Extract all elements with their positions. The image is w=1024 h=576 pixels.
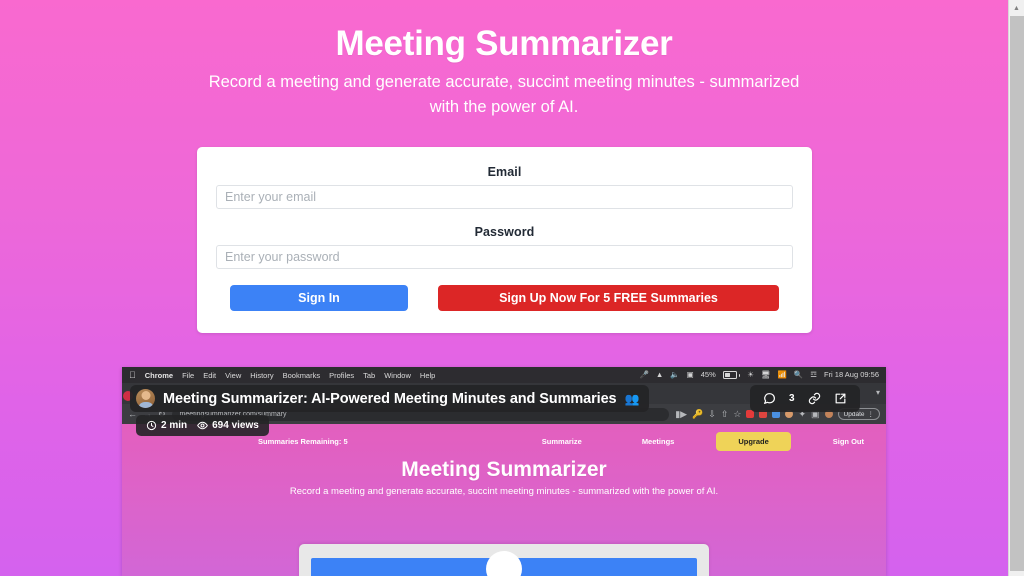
embedded-app-page: Summaries Remaining: 5 Summarize Meeting… (122, 424, 886, 576)
screen-mirror-icon[interactable]: ▣ (687, 371, 694, 379)
menu-item-profiles[interactable]: Profiles (329, 371, 354, 380)
video-views: 694 views (212, 420, 259, 431)
apple-logo-icon[interactable]:  (129, 370, 136, 380)
display-icon[interactable]: 🖥 (761, 371, 771, 379)
menu-item-history[interactable]: History (250, 371, 273, 380)
nav-item-summarize[interactable]: Summarize (542, 437, 582, 446)
spotlight-search-icon[interactable]: 🔍 (794, 371, 803, 379)
menubar-clock[interactable]: Fri 18 Aug 09:56 (824, 371, 879, 379)
menu-item-edit[interactable]: Edit (203, 371, 216, 380)
menu-item-tab[interactable]: Tab (363, 371, 375, 380)
duration-group: 2 min (146, 420, 187, 431)
upgrade-button[interactable]: Upgrade (716, 431, 791, 451)
wifi-icon[interactable]: 📶 (778, 371, 787, 379)
page-scrollbar[interactable]: ▲ (1008, 0, 1024, 576)
auth-card: Email Password Sign In Sign Up Now For 5… (197, 147, 812, 333)
embedded-hero-title: Meeting Summarizer (401, 458, 607, 481)
download-icon[interactable]: ⇩ (708, 409, 716, 419)
open-external-icon[interactable] (834, 392, 847, 405)
password-field[interactable] (216, 245, 793, 269)
email-label: Email (487, 165, 522, 179)
email-field[interactable] (216, 185, 793, 209)
hero-section: Meeting Summarizer Record a meeting and … (0, 0, 1008, 120)
menu-item-help[interactable]: Help (420, 371, 435, 380)
page-title: Meeting Summarizer (335, 24, 673, 63)
microphone-icon[interactable]: 🎤 (640, 371, 649, 379)
avatar[interactable] (136, 389, 155, 408)
link-icon[interactable] (808, 392, 821, 405)
key-icon[interactable]: 🔑 (692, 409, 703, 419)
mac-menu-bar:  Chrome File Edit View History Bookmark… (122, 367, 886, 383)
embedded-card-circle (486, 551, 522, 576)
video-actions-bar: 3 (750, 385, 860, 412)
page-viewport: Meeting Summarizer Record a meeting and … (0, 0, 1008, 576)
scroll-up-arrow-icon[interactable]: ▲ (1009, 0, 1024, 16)
chevron-down-icon[interactable]: ▾ (876, 388, 880, 397)
do-not-disturb-icon[interactable]: ☀ (747, 371, 754, 379)
field-spacer (216, 209, 793, 225)
eye-icon (197, 420, 209, 431)
volume-icon[interactable]: 🔈 (670, 371, 679, 379)
video-title-bar: Meeting Summarizer: AI-Powered Meeting M… (130, 385, 650, 412)
menu-item-bookmarks[interactable]: Bookmarks (283, 371, 321, 380)
menu-item-file[interactable]: File (182, 371, 194, 380)
video-camera-icon[interactable]: ▮▶ (675, 409, 687, 419)
summaries-remaining-label: Summaries Remaining: 5 (258, 436, 348, 446)
airdrop-icon[interactable]: ▲ (656, 371, 663, 379)
sign-up-button[interactable]: Sign Up Now For 5 FREE Summaries (438, 285, 779, 311)
kebab-menu-icon[interactable]: ⋮ (868, 410, 875, 418)
menu-item-window[interactable]: Window (384, 371, 411, 380)
viewers-icon[interactable]: 👥 (625, 393, 640, 405)
menu-item-chrome[interactable]: Chrome (145, 371, 173, 380)
embedded-hero-subtitle: Record a meeting and generate accurate, … (289, 486, 719, 497)
comment-icon[interactable] (763, 392, 776, 405)
embedded-video-player[interactable]:  Chrome File Edit View History Bookmark… (122, 367, 886, 576)
video-duration: 2 min (161, 420, 188, 431)
menu-item-view[interactable]: View (225, 371, 241, 380)
sign-out-button[interactable]: Sign Out (833, 437, 864, 446)
share-icon[interactable]: ⇧ (721, 409, 729, 419)
control-center-icon[interactable]: ☲ (810, 371, 817, 379)
page-root: Meeting Summarizer Record a meeting and … (0, 0, 1024, 576)
comment-count: 3 (789, 393, 795, 404)
video-title: Meeting Summarizer: AI-Powered Meeting M… (163, 390, 617, 407)
scrollbar-thumb[interactable] (1010, 16, 1024, 571)
sign-in-button[interactable]: Sign In (230, 285, 408, 311)
password-label: Password (474, 225, 535, 239)
clock-icon (146, 420, 157, 431)
bookmark-star-icon[interactable]: ☆ (733, 409, 741, 419)
video-meta-bar: 2 min 694 views (136, 415, 269, 436)
battery-icon[interactable] (722, 371, 741, 379)
battery-percent: 45% (700, 370, 716, 380)
page-subtitle: Record a meeting and generate accurate, … (208, 73, 800, 116)
views-group: 694 views (197, 420, 259, 431)
nav-item-meetings[interactable]: Meetings (642, 437, 675, 446)
embedded-content-card (299, 544, 709, 576)
auth-button-row: Sign In Sign Up Now For 5 FREE Summaries (216, 285, 793, 311)
mac-status-area: 🎤 ▲ 🔈 ▣ 45% ☀ 🖥 📶 🔍 ☲ Fri 18 Aug 09:56 (640, 371, 879, 379)
embedded-hero: Meeting Summarizer Record a meeting and … (122, 458, 886, 500)
